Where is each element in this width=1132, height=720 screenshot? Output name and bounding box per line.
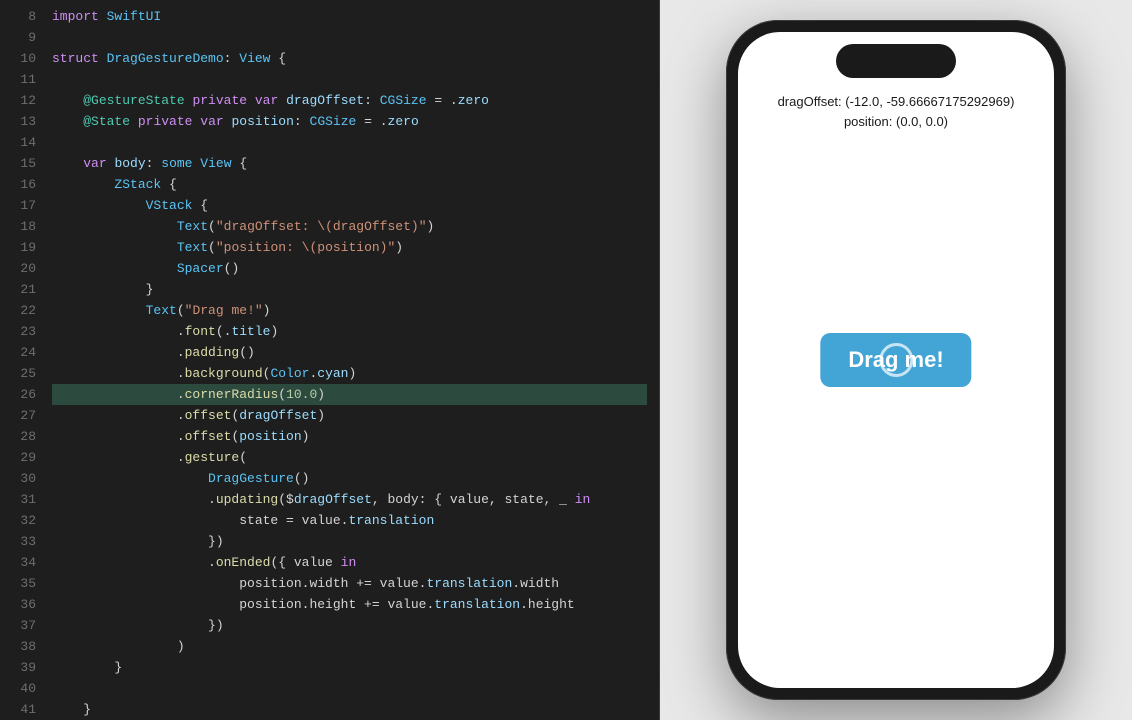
dynamic-island (836, 44, 956, 78)
code-line: } (52, 279, 647, 300)
code-line (52, 69, 647, 90)
code-line: @State private var position: CGSize = .z… (52, 111, 647, 132)
code-line: struct DragGestureDemo: View { (52, 48, 647, 69)
line-number: 27 (0, 405, 36, 426)
line-number: 9 (0, 27, 36, 48)
line-number: 14 (0, 132, 36, 153)
line-number: 28 (0, 426, 36, 447)
line-number: 15 (0, 153, 36, 174)
line-number: 33 (0, 531, 36, 552)
code-line: DragGesture() (52, 468, 647, 489)
code-line (52, 678, 647, 699)
preview-panel: dragOffset: (-12.0, -59.66667175292969) … (660, 0, 1132, 720)
code-line: .offset(position) (52, 426, 647, 447)
code-line: .cornerRadius(10.0) (52, 384, 647, 405)
line-number: 30 (0, 468, 36, 489)
code-line: position.width += value.translation.widt… (52, 573, 647, 594)
line-number: 35 (0, 573, 36, 594)
line-number: 26 (0, 384, 36, 405)
line-number: 37 (0, 615, 36, 636)
line-number: 38 (0, 636, 36, 657)
code-line: var body: some View { (52, 153, 647, 174)
line-number: 31 (0, 489, 36, 510)
code-line: ) (52, 636, 647, 657)
line-number: 39 (0, 657, 36, 678)
line-number: 22 (0, 300, 36, 321)
code-line: } (52, 699, 647, 720)
code-line: .padding() (52, 342, 647, 363)
line-number: 23 (0, 321, 36, 342)
code-line: .gesture( (52, 447, 647, 468)
code-line: import SwiftUI (52, 6, 647, 27)
line-number: 11 (0, 69, 36, 90)
phone-content: dragOffset: (-12.0, -59.66667175292969) … (738, 78, 1054, 688)
line-numbers: 8910111213141516171819202122232425262728… (0, 0, 44, 720)
line-number: 25 (0, 363, 36, 384)
line-number: 12 (0, 90, 36, 111)
phone-mockup: dragOffset: (-12.0, -59.66667175292969) … (726, 20, 1066, 700)
code-line: Text("Drag me!") (52, 300, 647, 321)
code-line: .offset(dragOffset) (52, 405, 647, 426)
line-number: 34 (0, 552, 36, 573)
code-line: .onEnded({ value in (52, 552, 647, 573)
code-line: ZStack { (52, 174, 647, 195)
line-number: 36 (0, 594, 36, 615)
line-number: 13 (0, 111, 36, 132)
code-content[interactable]: import SwiftUI struct DragGestureDemo: V… (44, 0, 659, 720)
line-number: 19 (0, 237, 36, 258)
code-editor: 8910111213141516171819202122232425262728… (0, 0, 660, 720)
line-number: 21 (0, 279, 36, 300)
phone-screen: dragOffset: (-12.0, -59.66667175292969) … (738, 32, 1054, 688)
line-number: 16 (0, 174, 36, 195)
line-number: 29 (0, 447, 36, 468)
code-line: VStack { (52, 195, 647, 216)
code-line: .background(Color.cyan) (52, 363, 647, 384)
code-line: Text("dragOffset: \(dragOffset)") (52, 216, 647, 237)
code-line: Spacer() (52, 258, 647, 279)
code-line: Text("position: \(position)") (52, 237, 647, 258)
line-number: 8 (0, 6, 36, 27)
code-line: } (52, 657, 647, 678)
line-number: 24 (0, 342, 36, 363)
code-line: .font(.title) (52, 321, 647, 342)
code-line: .updating($dragOffset, body: { value, st… (52, 489, 647, 510)
code-line: }) (52, 615, 647, 636)
line-number: 32 (0, 510, 36, 531)
code-line (52, 132, 647, 153)
code-line: state = value.translation (52, 510, 647, 531)
code-line: position.height += value.translation.hei… (52, 594, 647, 615)
drag-btn-container: Drag me! (738, 78, 1054, 688)
line-number: 40 (0, 678, 36, 699)
code-line (52, 27, 647, 48)
line-number: 20 (0, 258, 36, 279)
line-number: 41 (0, 699, 36, 720)
line-number: 17 (0, 195, 36, 216)
line-number: 10 (0, 48, 36, 69)
code-line: @GestureState private var dragOffset: CG… (52, 90, 647, 111)
line-number: 18 (0, 216, 36, 237)
drag-me-button[interactable]: Drag me! (820, 333, 971, 387)
code-line: }) (52, 531, 647, 552)
